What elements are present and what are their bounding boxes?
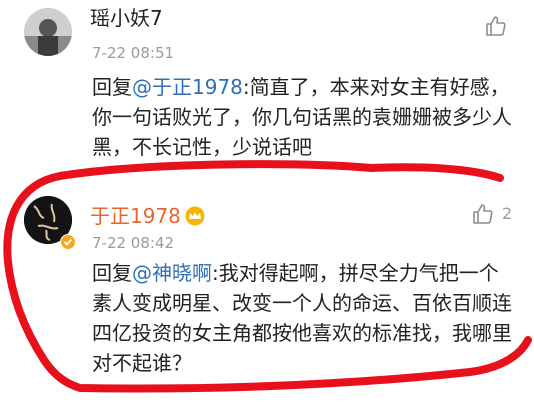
username[interactable]: 瑶小妖7 (90, 6, 163, 30)
mention-link[interactable]: @于正1978 (132, 75, 243, 99)
comment-list: 瑶小妖7 7-22 08:51 回复@于正1978:简直了，本来对女主有好感，你… (0, 0, 534, 402)
comment-item: 于正1978 7-22 08:42 2 回复@神晓啊:我对得起啊，拼尽全力气把一… (0, 188, 534, 402)
comment-item: 瑶小妖7 7-22 08:51 回复@于正1978:简直了，本来对女主有好感，你… (0, 0, 534, 170)
mention-link[interactable]: @神晓啊 (132, 261, 212, 285)
timestamp: 7-22 08:51 (92, 44, 175, 62)
vip-crown-icon (184, 206, 206, 226)
comment-body: 回复@神晓啊:我对得起啊，拼尽全力气把一个素人变成明星、改变一个人的命运、百依百… (92, 258, 516, 378)
reply-prefix: 回复 (92, 75, 132, 99)
avatar-image (24, 8, 72, 56)
verified-badge-icon (60, 234, 76, 250)
avatar[interactable] (24, 8, 72, 56)
like-icon[interactable] (471, 202, 495, 226)
comment-body: 回复@于正1978:简直了，本来对女主有好感，你一句话败光了，你几句话黑的袁姗姗… (92, 72, 516, 162)
like-icon[interactable] (484, 14, 508, 38)
timestamp: 7-22 08:42 (92, 234, 175, 252)
like-count: 2 (502, 204, 513, 223)
reply-prefix: 回复 (92, 261, 132, 285)
username[interactable]: 于正1978 (90, 204, 181, 228)
